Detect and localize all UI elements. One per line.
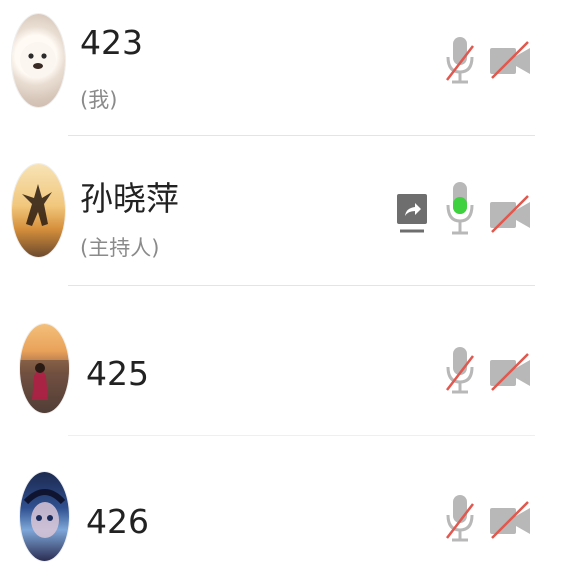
participant-name: 423 xyxy=(80,23,143,62)
avatar-426 xyxy=(20,472,69,561)
participant-name: 426 xyxy=(86,502,149,541)
camera-off-icon[interactable] xyxy=(488,192,532,236)
participant-name: 425 xyxy=(86,354,149,393)
mic-muted-icon[interactable] xyxy=(445,494,475,544)
camera-off-icon[interactable] xyxy=(488,38,532,82)
camera-off-icon[interactable] xyxy=(488,350,532,394)
screen-share-icon[interactable] xyxy=(394,192,430,236)
avatar-host xyxy=(12,164,65,257)
mic-speaking-icon[interactable] xyxy=(445,181,475,241)
avatar-423 xyxy=(12,14,65,107)
participant-row-host[interactable]: 孙晓萍 (主持人) xyxy=(0,136,567,286)
participant-role: (我) xyxy=(80,88,118,112)
participant-row-423[interactable]: 423 (我) xyxy=(0,0,567,136)
participant-row-425[interactable]: 425 xyxy=(0,286,567,436)
mic-muted-icon[interactable] xyxy=(445,36,475,86)
participant-list: 423 (我) 孙晓萍 (主持人) 425 426 xyxy=(0,0,567,567)
avatar-425 xyxy=(20,324,69,413)
mic-muted-icon[interactable] xyxy=(445,346,475,396)
participant-role: (主持人) xyxy=(80,236,160,260)
participant-name: 孙晓萍 xyxy=(80,179,179,218)
participant-row-426[interactable]: 426 xyxy=(0,436,567,567)
camera-off-icon[interactable] xyxy=(488,498,532,542)
